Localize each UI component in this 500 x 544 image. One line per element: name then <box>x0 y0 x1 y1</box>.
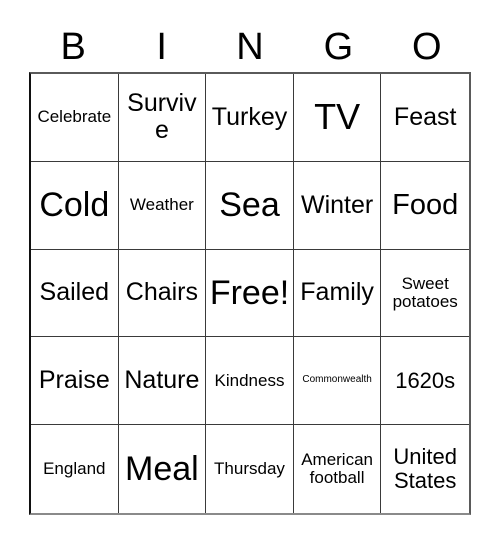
bingo-cell-label: TV <box>314 95 361 137</box>
bingo-cell-label: Sea <box>219 185 280 224</box>
bingo-cell[interactable]: Meal <box>118 425 207 513</box>
bingo-header-letter-i: I <box>156 26 167 68</box>
bingo-cell[interactable]: Winter <box>293 161 382 250</box>
bingo-cell-label: Survive <box>127 89 197 145</box>
bingo-cell-label: Food <box>392 188 459 221</box>
bingo-cell[interactable]: Sailed <box>31 249 119 338</box>
bingo-cell-label: Turkey <box>211 102 288 131</box>
bingo-cell[interactable]: Feast <box>381 74 469 162</box>
bingo-cell-label: American football <box>301 449 373 488</box>
bingo-cell[interactable]: Commonwealth <box>293 337 382 426</box>
bingo-header-letter-g: G <box>323 26 354 68</box>
bingo-header-letter-o: O <box>412 26 442 68</box>
bingo-cell[interactable]: Thursday <box>206 425 294 513</box>
bingo-cell-label: Kindness <box>214 370 285 390</box>
bingo-cell[interactable]: Food <box>381 161 469 250</box>
bingo-cell[interactable]: American football <box>293 425 382 513</box>
bingo-cell-label: Feast <box>393 102 457 131</box>
bingo-cell-label: Cold <box>39 185 110 224</box>
bingo-cell[interactable]: Cold <box>31 161 119 250</box>
bingo-cell-label: Praise <box>38 366 110 395</box>
bingo-header-letter-b: B <box>60 26 86 68</box>
bingo-header-letter-n: N <box>236 26 264 68</box>
bingo-card: B I N G O Celebrate Survive Turkey TV Fe… <box>0 0 500 544</box>
bingo-cell[interactable]: Praise <box>31 337 119 426</box>
bingo-cell[interactable]: Sea <box>206 161 294 250</box>
bingo-cell-label: Sweet potatoes <box>392 273 458 311</box>
bingo-cell-label: Family <box>300 278 374 307</box>
bingo-cell-label: Chairs <box>125 278 199 307</box>
bingo-cell-label: United States <box>393 444 457 494</box>
bingo-cell[interactable]: Turkey <box>206 74 294 162</box>
bingo-cell-label: Weather <box>129 195 194 215</box>
bingo-cell-label: Commonwealth <box>302 374 372 386</box>
bingo-cell-label: Sailed <box>39 278 110 307</box>
bingo-cell-label: Meal <box>125 449 199 488</box>
bingo-cell-label: Nature <box>124 366 200 395</box>
bingo-cell[interactable]: Weather <box>118 161 207 250</box>
bingo-cell[interactable]: Family <box>293 249 382 338</box>
bingo-header-row: B I N G O <box>29 22 471 72</box>
bingo-cell[interactable]: Nature <box>118 337 207 426</box>
bingo-cell-label: Thursday <box>214 458 285 478</box>
bingo-cell[interactable]: United States <box>381 425 469 513</box>
bingo-cell[interactable]: England <box>31 425 119 513</box>
bingo-cell[interactable]: Chairs <box>118 249 207 338</box>
bingo-cell[interactable]: 1620s <box>381 337 469 426</box>
bingo-cell[interactable]: Survive <box>118 74 207 162</box>
bingo-cell[interactable]: TV <box>293 74 382 162</box>
bingo-cell[interactable]: Kindness <box>206 337 294 426</box>
bingo-cell-free[interactable]: Free! <box>206 249 294 338</box>
bingo-cell-label: Celebrate <box>37 107 112 127</box>
bingo-cell-label: 1620s <box>395 367 456 393</box>
bingo-cell[interactable]: Celebrate <box>31 74 119 162</box>
bingo-grid: Celebrate Survive Turkey TV Feast Cold W… <box>29 72 471 515</box>
bingo-cell-label: England <box>43 458 106 478</box>
bingo-cell-label: Winter <box>300 190 374 219</box>
bingo-cell-label: Free! <box>209 273 290 312</box>
bingo-cell[interactable]: Sweet potatoes <box>381 249 469 338</box>
